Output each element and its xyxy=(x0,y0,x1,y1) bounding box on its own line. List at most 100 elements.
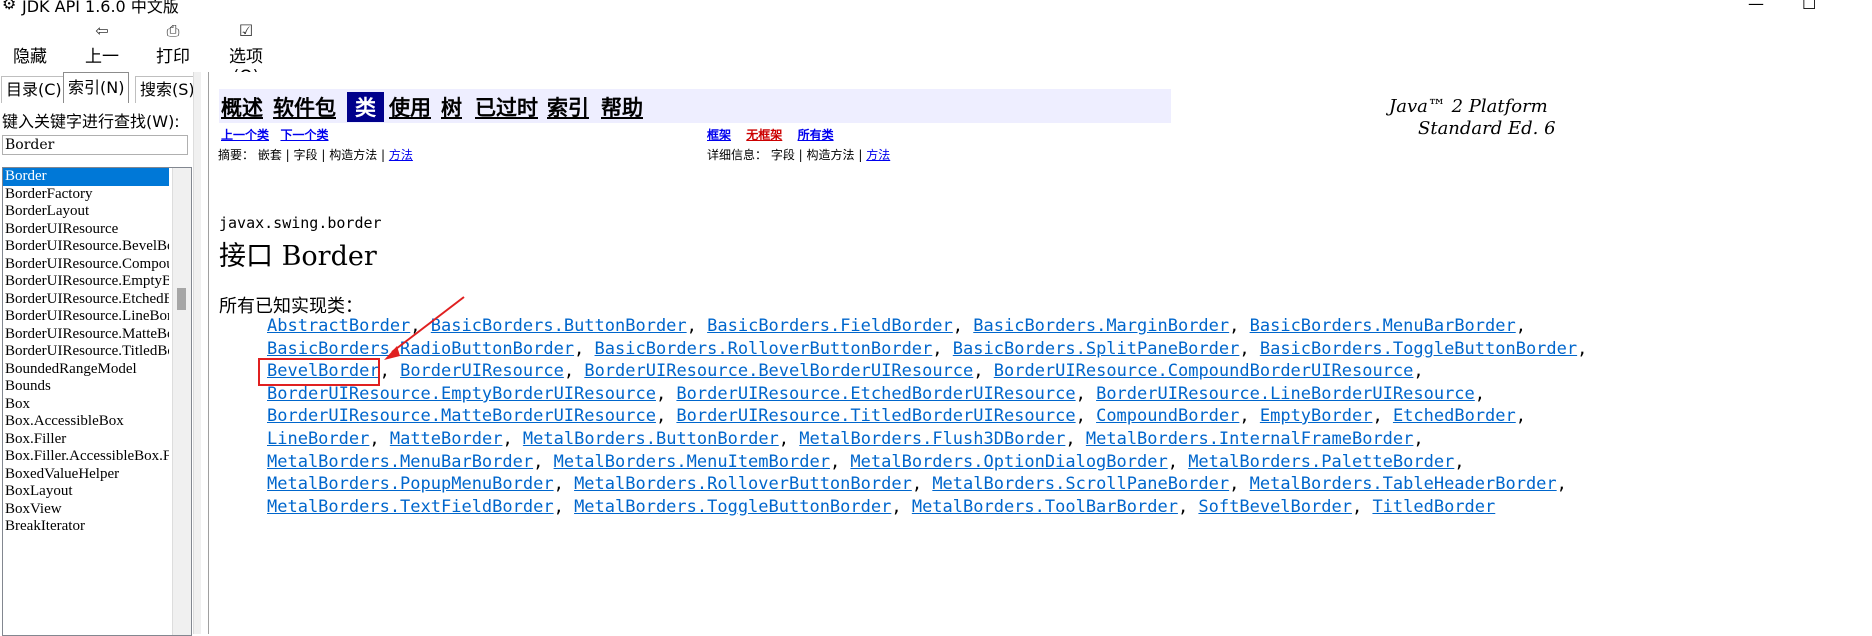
next-class-link[interactable]: 下一个类 xyxy=(280,128,328,142)
list-scrollbar[interactable] xyxy=(172,168,191,635)
nav-index[interactable]: 索引 xyxy=(547,92,589,122)
prev-class-link[interactable]: 上一个类 xyxy=(221,128,269,142)
line-end-punct: , xyxy=(1454,452,1465,472)
impl-class-link[interactable]: EmptyBorder xyxy=(1260,406,1373,426)
impl-class-link[interactable]: MetalBorders.MenuBarBorder xyxy=(267,452,533,472)
separator: , xyxy=(553,474,575,494)
tab-search[interactable]: 搜索(S) xyxy=(135,76,200,103)
impl-class-link[interactable]: EtchedBorder xyxy=(1393,406,1516,426)
impl-class-link[interactable]: BorderUIResource.MatteBorderUIResource xyxy=(267,406,656,426)
impl-class-link[interactable]: MetalBorders.ScrollPaneBorder xyxy=(932,474,1229,494)
summary-method-link[interactable]: 方法 xyxy=(389,148,413,162)
frames-link[interactable]: 框架 xyxy=(707,128,731,142)
impl-class-link[interactable]: BorderUIResource.BevelBorderUIResource xyxy=(584,361,973,381)
impl-class-link[interactable]: BorderUIResource.EtchedBorderUIResource xyxy=(676,384,1075,404)
index-list-item[interactable]: BoxLayout xyxy=(3,483,169,501)
index-list-item[interactable]: BorderLayout xyxy=(3,203,169,221)
impl-class-link[interactable]: SoftBevelBorder xyxy=(1198,497,1352,517)
impl-class-link[interactable]: MetalBorders.TableHeaderBorder xyxy=(1250,474,1557,494)
known-impl-label: 所有已知实现类： xyxy=(219,296,363,317)
index-list-item[interactable]: BorderFactory xyxy=(3,186,169,204)
index-list-item[interactable]: Box.Filler xyxy=(3,431,169,449)
index-list-item[interactable]: BorderUIResource.CompoundBorderUIResourc… xyxy=(3,256,169,274)
impl-class-link[interactable]: BasicBorders.ButtonBorder xyxy=(431,316,687,336)
impl-class-link[interactable]: BorderUIResource.LineBorderUIResource xyxy=(1096,384,1475,404)
maximize-button[interactable]: ☐ xyxy=(1802,0,1816,13)
index-list-item[interactable]: BorderUIResource.BevelBorderUIResource xyxy=(3,238,169,256)
impl-class-link[interactable]: BasicBorders.RolloverButtonBorder xyxy=(595,339,933,359)
nav-help[interactable]: 帮助 xyxy=(601,92,643,122)
tab-index[interactable]: 索引(N) xyxy=(63,72,130,103)
impl-class-link[interactable]: BorderUIResource.TitledBorderUIResource xyxy=(676,406,1075,426)
minimize-button[interactable]: — xyxy=(1748,0,1764,13)
impl-class-link[interactable]: CompoundBorder xyxy=(1096,406,1239,426)
impl-class-link[interactable]: BasicBorders.MenuBarBorder xyxy=(1250,316,1516,336)
title-bar: ⚙ JDK API 1.6.0 中文版 — ☐ xyxy=(0,0,1872,16)
impl-class-link[interactable]: MetalBorders.PaletteBorder xyxy=(1188,452,1454,472)
index-list-item[interactable]: Border xyxy=(3,168,169,186)
index-list-item[interactable]: BoundedRangeModel xyxy=(3,361,169,379)
impl-class-link[interactable]: MetalBorders.RolloverButtonBorder xyxy=(574,474,912,494)
index-list-item[interactable]: BorderUIResource.MatteBorderUIResource xyxy=(3,326,169,344)
index-list-item[interactable]: Box xyxy=(3,396,169,414)
impl-class-link[interactable]: BasicBorders.RadioButtonBorder xyxy=(267,339,574,359)
no-frames-link[interactable]: 无框架 xyxy=(746,128,782,142)
index-list-item[interactable]: Bounds xyxy=(3,378,169,396)
scrollbar-thumb[interactable] xyxy=(177,288,186,310)
index-list-item[interactable]: BoxView xyxy=(3,501,169,519)
impl-class-link[interactable]: MetalBorders.ToolBarBorder xyxy=(912,497,1178,517)
print-button[interactable]: ⎙ 打印 xyxy=(155,20,191,67)
index-list-item[interactable]: BorderUIResource.EmptyBorderUIResource xyxy=(3,273,169,291)
index-list-item[interactable]: BorderUIResource.EtchedBorderUIResource xyxy=(3,291,169,309)
nav-class: 类 xyxy=(347,92,384,122)
impl-class-link[interactable]: MetalBorders.Flush3DBorder xyxy=(799,429,1065,449)
index-list-item[interactable]: BoxedValueHelper xyxy=(3,466,169,484)
impl-class-link[interactable]: TitledBorder xyxy=(1372,497,1495,517)
impl-class-link[interactable]: MetalBorders.OptionDialogBorder xyxy=(850,452,1167,472)
separator: , xyxy=(952,316,974,336)
index-list-item[interactable]: BreakIterator xyxy=(3,518,169,536)
impl-class-link[interactable]: BasicBorders.SplitPaneBorder xyxy=(953,339,1240,359)
impl-class-link[interactable]: BorderUIResource xyxy=(400,361,564,381)
detail-label: 详细信息： xyxy=(707,148,768,162)
impl-class-link[interactable]: BorderUIResource.CompoundBorderUIResourc… xyxy=(994,361,1414,381)
index-list-item[interactable]: BorderUIResource xyxy=(3,221,169,239)
all-classes-link[interactable]: 所有类 xyxy=(798,128,834,142)
impl-line: BorderUIResource.MatteBorderUIResource, … xyxy=(267,406,1526,426)
separator: , xyxy=(655,384,677,404)
impl-class-link[interactable]: LineBorder xyxy=(267,429,369,449)
index-list-item[interactable]: BorderUIResource.LineBorderUIResource xyxy=(3,308,169,326)
impl-class-link[interactable]: BasicBorders.MarginBorder xyxy=(973,316,1229,336)
pane-splitter[interactable] xyxy=(193,72,201,634)
impl-class-link[interactable]: MetalBorders.ButtonBorder xyxy=(523,429,779,449)
impl-class-link[interactable]: BorderUIResource.EmptyBorderUIResource xyxy=(267,384,656,404)
impl-class-link[interactable]: MetalBorders.InternalFrameBorder xyxy=(1086,429,1414,449)
nav-use[interactable]: 使用 xyxy=(389,92,431,122)
nav-overview[interactable]: 概述 xyxy=(221,92,263,122)
separator: , xyxy=(1372,406,1393,426)
tab-contents[interactable]: 目录(C) xyxy=(1,76,67,103)
impl-class-link[interactable]: MetalBorders.PopupMenuBorder xyxy=(267,474,554,494)
impl-class-link[interactable]: MetalBorders.MenuItemBorder xyxy=(554,452,830,472)
impl-class-link[interactable]: MetalBorders.TextFieldBorder xyxy=(267,497,554,517)
nav-deprecated[interactable]: 已过时 xyxy=(475,92,538,122)
frame-nav: 框架 无框架 所有类 xyxy=(707,126,834,143)
nav-tree[interactable]: 树 xyxy=(441,92,462,122)
nav-package[interactable]: 软件包 xyxy=(273,92,336,122)
index-list-item[interactable]: Box.AccessibleBox xyxy=(3,413,169,431)
index-list[interactable]: Border BorderFactory BorderLayout BorderUIR… xyxy=(2,167,192,636)
line-end-punct: , xyxy=(1413,429,1424,449)
impl-class-link[interactable]: BasicBorders.FieldBorder xyxy=(707,316,953,336)
impl-class-link[interactable]: MetalBorders.ToggleButtonBorder xyxy=(574,497,891,517)
separator: , xyxy=(369,429,390,449)
summary-nav: 摘要： 嵌套 | 字段 | 构造方法 | 方法 xyxy=(218,146,413,163)
impl-class-link[interactable]: AbstractBorder xyxy=(267,316,410,336)
impl-class-link[interactable]: MatteBorder xyxy=(390,429,503,449)
hide-button[interactable]: 隐藏 xyxy=(12,20,48,67)
index-list-item[interactable]: Box.Filler.AccessibleBox.Filler xyxy=(3,448,169,466)
impl-class-link[interactable]: BasicBorders.ToggleButtonBorder xyxy=(1260,339,1577,359)
index-list-item[interactable]: BorderUIResource.TitledBorderUIResource xyxy=(3,343,169,361)
keyword-input[interactable] xyxy=(2,135,188,155)
content-pane: 概述 软件包 类 使用 树 已过时 索引 帮助 Java™ 2 Platform… xyxy=(208,72,1872,634)
detail-method-link[interactable]: 方法 xyxy=(866,148,890,162)
